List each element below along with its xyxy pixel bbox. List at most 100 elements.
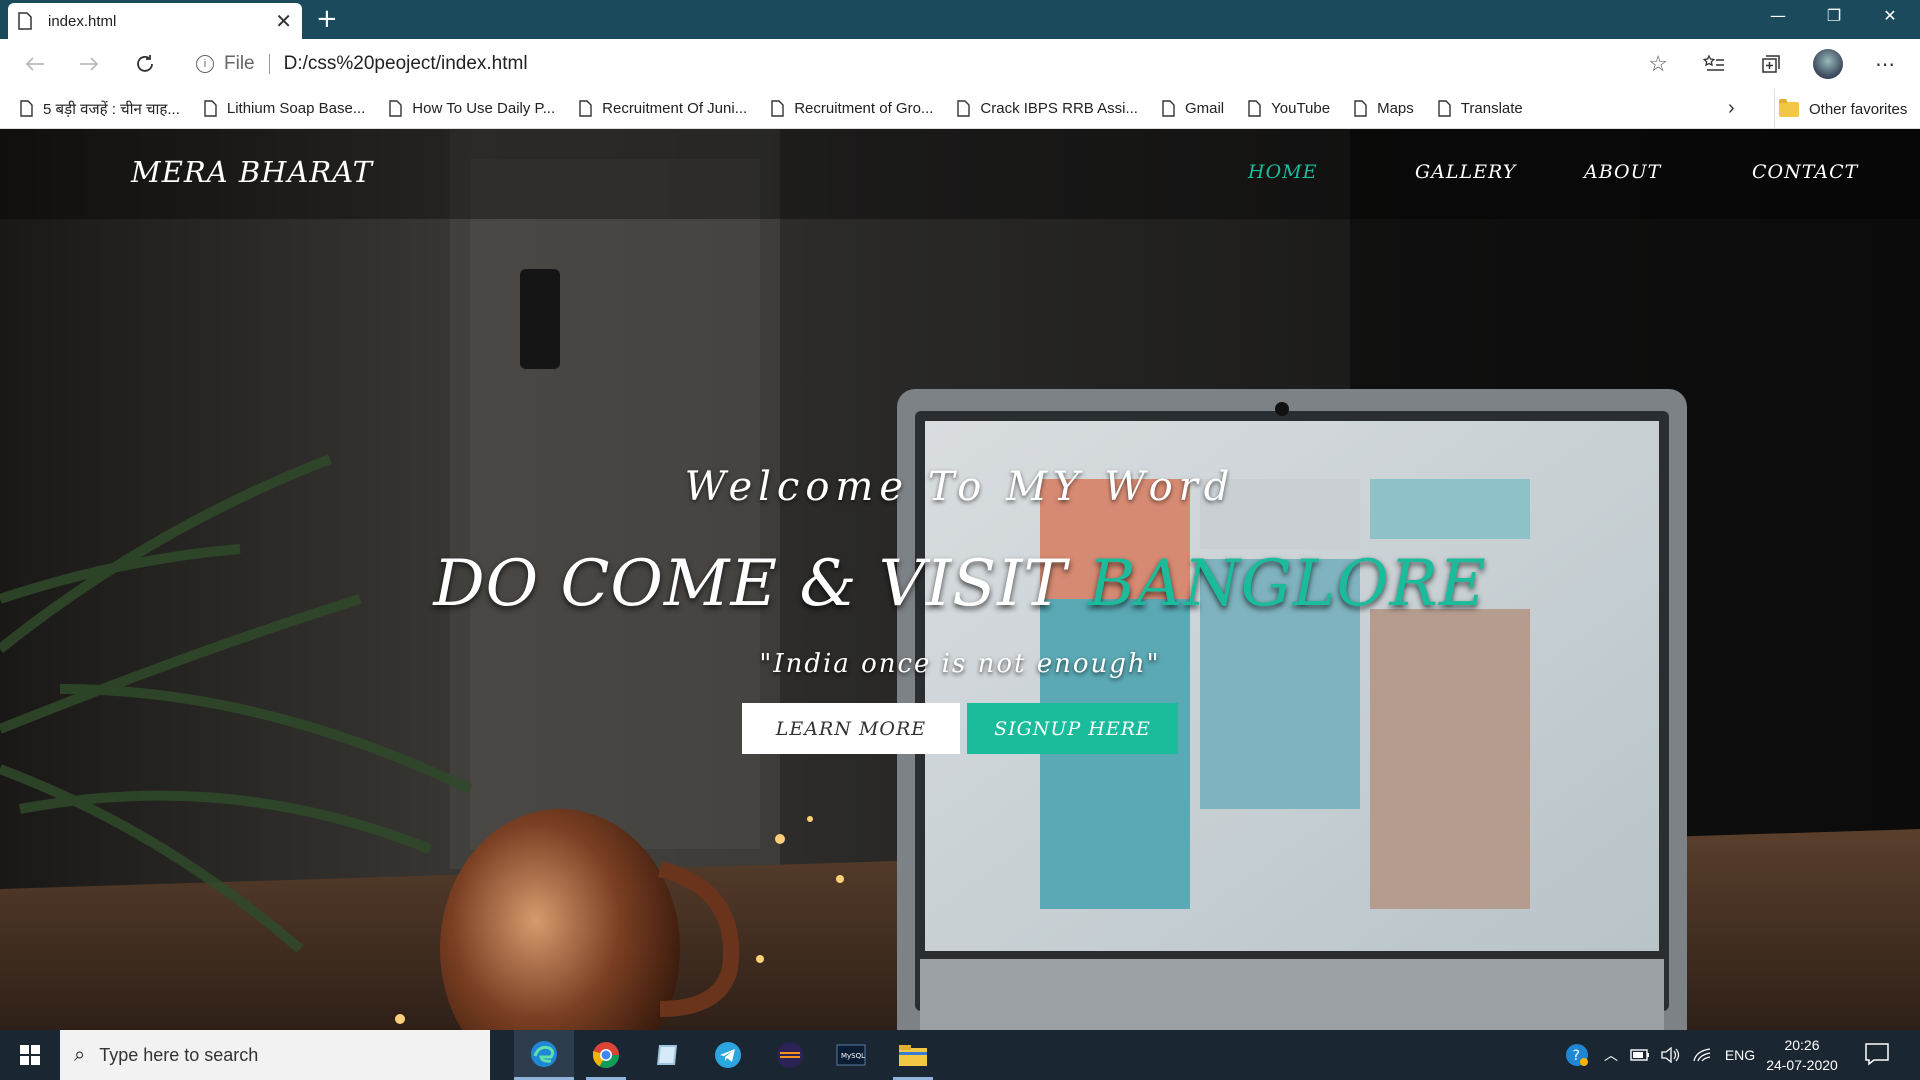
nav-home[interactable]: HOME <box>1248 161 1317 183</box>
favorite-item[interactable]: 5 बड़ी वजहें : चीन चाह... <box>20 99 180 119</box>
forward-button[interactable] <box>72 49 106 79</box>
notes-app-taskbar-icon[interactable] <box>637 1030 697 1080</box>
file-explorer-taskbar-icon[interactable] <box>883 1030 943 1080</box>
url-text[interactable]: D:/css%20peoject/index.html <box>284 53 528 75</box>
svg-text:?: ? <box>1573 1048 1580 1064</box>
favorite-label: Maps <box>1377 100 1414 117</box>
favorite-item[interactable]: Recruitment Of Juni... <box>579 100 747 117</box>
address-bar[interactable]: i File D:/css%20peoject/index.html ☆ <box>180 45 1680 83</box>
learn-more-button[interactable]: LEARN MORE <box>742 703 960 754</box>
browser-tab-bar: index.html ✕ + — ❐ ✕ <box>0 0 1920 39</box>
battery-icon[interactable] <box>1626 1030 1654 1080</box>
nav-about[interactable]: ABOUT <box>1584 161 1661 183</box>
favorite-item[interactable]: How To Use Daily P... <box>389 100 555 117</box>
favorite-item[interactable]: Crack IBPS RRB Assi... <box>957 100 1138 117</box>
profile-avatar[interactable] <box>1811 49 1845 79</box>
hero-quote: "India once is not enough" <box>759 649 1161 679</box>
page-icon <box>957 100 971 117</box>
page-icon <box>1248 100 1261 117</box>
forward-arrow-icon <box>80 57 99 71</box>
url-scheme: File <box>224 53 255 74</box>
favorites-overflow-chevron-icon[interactable]: › <box>1728 97 1735 120</box>
help-icon[interactable]: ? <box>1562 1030 1592 1080</box>
page-icon <box>204 100 217 117</box>
favorites-bar: 5 बड़ी वजहें : चीन चाह... Lithium Soap B… <box>0 89 1920 129</box>
edge-taskbar-icon[interactable] <box>514 1030 574 1080</box>
page-icon <box>389 100 402 117</box>
favorite-item[interactable]: Recruitment of Gro... <box>771 100 933 117</box>
address-toolbar: i File D:/css%20peoject/index.html ☆ ⋯ <box>0 39 1920 89</box>
favorite-label: How To Use Daily P... <box>412 100 556 117</box>
site-info-icon[interactable]: i <box>196 55 214 73</box>
folder-icon <box>1779 98 1799 117</box>
hero-title-main: DO COME & VISIT <box>433 547 1089 621</box>
start-button[interactable] <box>0 1030 60 1080</box>
svg-text:MySQL: MySQL <box>841 1052 865 1060</box>
favorite-label: Lithium Soap Base... <box>226 100 366 117</box>
other-favorites-label: Other favorites <box>1809 100 1908 118</box>
chrome-taskbar-icon[interactable] <box>576 1030 636 1080</box>
refresh-button[interactable] <box>128 49 162 79</box>
site-logo[interactable]: MERA BHARAT <box>131 155 373 189</box>
clock-time: 20:26 <box>1784 1037 1820 1053</box>
page-icon <box>1162 100 1175 117</box>
browser-tab[interactable]: index.html ✕ <box>8 3 302 39</box>
page-icon <box>1438 100 1451 117</box>
favorite-item[interactable]: YouTube <box>1248 100 1330 117</box>
favorite-label: 5 बड़ी वजहें : चीन चाह... <box>43 100 180 118</box>
site-header: MERA BHARAT HOME GALLERY ABOUT CONTACT <box>0 129 1920 219</box>
favorite-item[interactable]: Translate <box>1438 100 1523 117</box>
taskbar-search[interactable]: ⌕ Type here to search <box>60 1030 490 1080</box>
restore-button[interactable]: ❐ <box>1806 0 1862 30</box>
hero-title: DO COME & VISIT BANGLORE <box>0 547 1920 621</box>
show-hidden-icons-chevron-icon[interactable]: ︿ <box>1598 1030 1624 1080</box>
settings-more-icon[interactable]: ⋯ <box>1868 49 1902 79</box>
favorite-item[interactable]: Maps <box>1354 100 1414 117</box>
minimize-button[interactable]: — <box>1750 0 1806 30</box>
favorite-label: Recruitment of Gro... <box>794 100 934 117</box>
favorites-list-icon[interactable] <box>1697 49 1731 79</box>
back-button[interactable] <box>18 49 52 79</box>
signup-button[interactable]: SIGNUP HERE <box>967 703 1178 754</box>
refresh-icon <box>137 55 153 72</box>
system-clock[interactable]: 20:26 24-07-2020 <box>1762 1035 1842 1075</box>
clock-date: 24-07-2020 <box>1766 1057 1838 1073</box>
tab-close-icon[interactable]: ✕ <box>275 9 292 33</box>
page-icon <box>18 12 32 30</box>
notification-center-icon[interactable] <box>1864 1042 1890 1066</box>
web-page: MERA BHARAT HOME GALLERY ABOUT CONTACT W… <box>0 129 1920 1030</box>
nav-contact[interactable]: CONTACT <box>1752 161 1858 183</box>
window-close-button[interactable]: ✕ <box>1862 0 1918 30</box>
favorite-label: Recruitment Of Juni... <box>602 100 748 117</box>
hero-title-accent: BANGLORE <box>1088 547 1487 621</box>
search-placeholder: Type here to search <box>99 1044 259 1065</box>
language-indicator[interactable]: ENG <box>1720 1030 1760 1080</box>
collections-icon[interactable] <box>1754 49 1788 79</box>
page-icon <box>1354 100 1367 117</box>
url-divider <box>268 54 270 74</box>
windows-logo-icon <box>20 1045 40 1065</box>
eclipse-taskbar-icon[interactable] <box>760 1030 820 1080</box>
search-icon: ⌕ <box>74 1043 86 1066</box>
favorite-label: Translate <box>1460 100 1523 117</box>
favorite-label: YouTube <box>1271 100 1331 117</box>
favorite-item[interactable]: Lithium Soap Base... <box>204 100 365 117</box>
volume-icon[interactable] <box>1656 1030 1684 1080</box>
favorite-star-icon[interactable]: ☆ <box>1648 51 1668 77</box>
windows-taskbar: ⌕ Type here to search MySQL ? ︿ ENG 20:2… <box>0 1030 1920 1080</box>
mysql-taskbar-icon[interactable]: MySQL <box>821 1030 881 1080</box>
other-favorites-folder[interactable]: Other favorites <box>1774 89 1907 129</box>
nav-gallery[interactable]: GALLERY <box>1415 161 1516 183</box>
new-tab-button[interactable]: + <box>316 4 338 34</box>
favorite-label: Crack IBPS RRB Assi... <box>980 100 1138 117</box>
tab-title: index.html <box>48 12 117 30</box>
wifi-icon[interactable] <box>1688 1030 1716 1080</box>
hero-subtitle: Welcome To MY Word <box>684 464 1236 510</box>
favorite-label: Gmail <box>1184 100 1225 117</box>
page-icon <box>771 100 784 117</box>
telegram-taskbar-icon[interactable] <box>698 1030 758 1080</box>
page-icon <box>20 100 33 117</box>
back-arrow-icon <box>25 57 44 71</box>
favorite-item[interactable]: Gmail <box>1162 100 1224 117</box>
page-icon <box>579 100 592 117</box>
